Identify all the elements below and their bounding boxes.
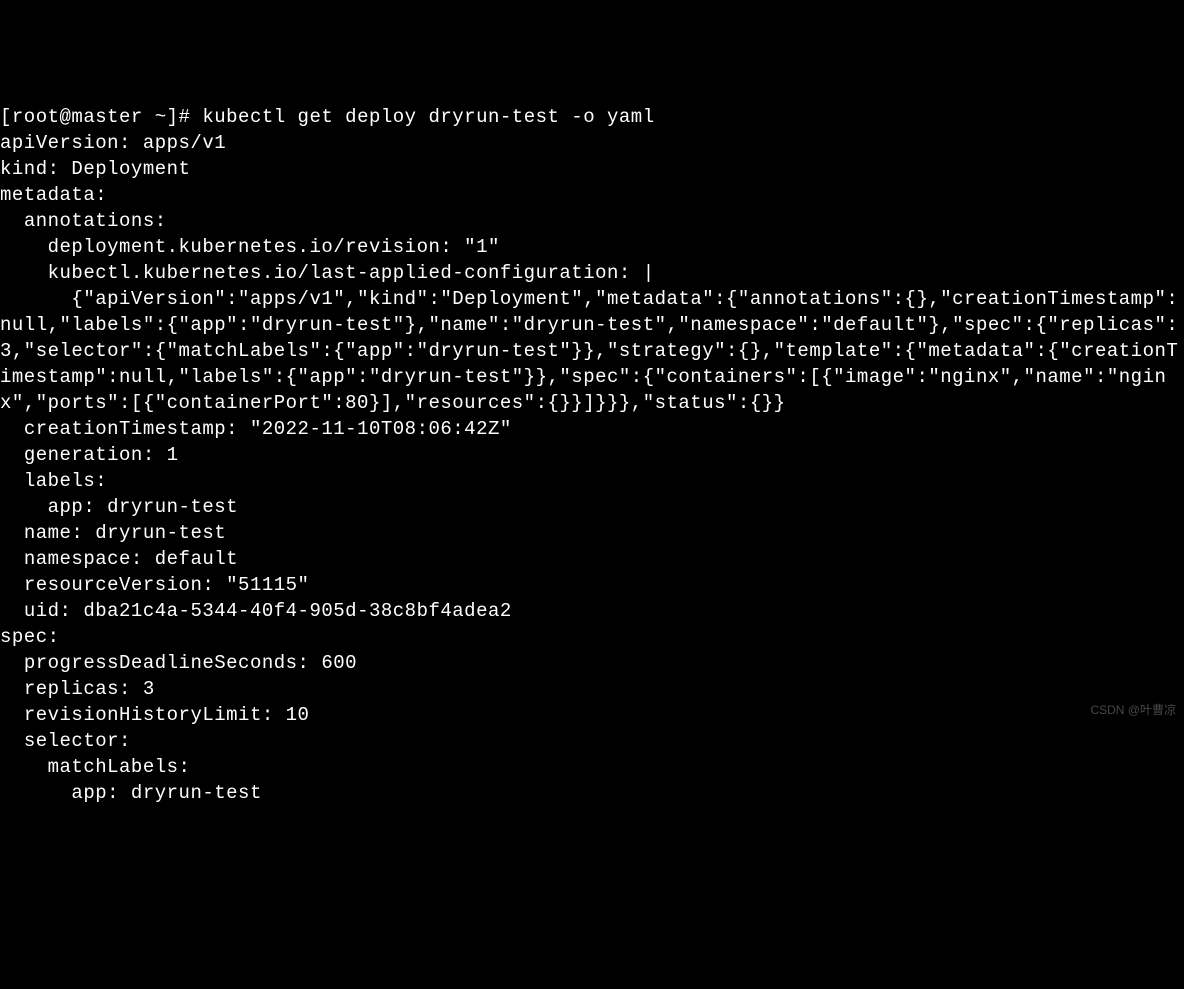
command-input: kubectl get deploy dryrun-test -o yaml	[202, 106, 654, 128]
terminal-window[interactable]: [root@master ~]# kubectl get deploy dryr…	[0, 104, 1184, 806]
command-output: apiVersion: apps/v1 kind: Deployment met…	[0, 132, 1178, 804]
watermark-text: CSDN @叶曹凉	[1090, 702, 1176, 718]
shell-prompt: [root@master ~]#	[0, 106, 202, 128]
